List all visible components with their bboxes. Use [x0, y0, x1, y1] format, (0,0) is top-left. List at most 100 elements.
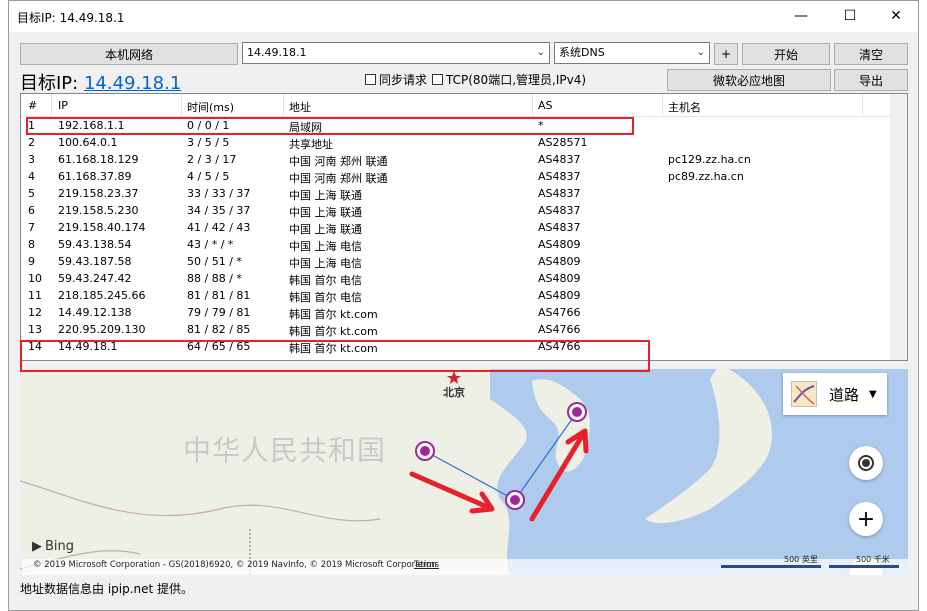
city-label-beijing: 北京	[443, 386, 465, 399]
col-header-address[interactable]: 地址	[289, 99, 311, 115]
chevron-down-icon[interactable]: ▼	[869, 389, 877, 400]
add-button[interactable]: +	[714, 43, 738, 65]
cell-address: 中国 上海 联通	[289, 189, 362, 202]
tcp-checkbox[interactable]: TCP(80端口,管理员,IPv4)	[432, 71, 586, 88]
minimize-button[interactable]: —	[778, 1, 824, 31]
cell-time: 34 / 35 / 37	[187, 204, 251, 217]
cell-time: 3 / 5 / 5	[187, 136, 230, 149]
cell-ip: 14.49.18.1	[58, 340, 118, 353]
locate-me-button[interactable]	[849, 446, 883, 480]
bing-text: Bing	[45, 539, 75, 554]
table-row[interactable]: 5 219.158.23.37 33 / 33 / 37 中国 上海 联通 AS4837	[21, 186, 907, 203]
cell-time: 43 / * / *	[187, 238, 234, 251]
cell-num: 12	[28, 306, 42, 319]
table-row[interactable]: 9 59.43.187.58 50 / 51 / * 中国 上海 电信 AS4809	[21, 254, 907, 271]
hop-marker-dot	[572, 407, 582, 417]
cell-time: 41 / 42 / 43	[187, 221, 251, 234]
cell-num: 13	[28, 323, 42, 336]
column-divider[interactable]	[181, 94, 182, 116]
table-row[interactable]: 2 100.64.0.1 3 / 5 / 5 共享地址 AS28571	[21, 135, 907, 152]
annotation-arrow	[409, 471, 495, 514]
cell-time: 64 / 65 / 65	[187, 340, 251, 353]
terms-link[interactable]: Terms	[414, 560, 439, 570]
bing-map-button[interactable]: 微软必应地图	[667, 69, 831, 91]
cell-as: AS4766	[538, 306, 581, 319]
plus-icon: +	[856, 506, 876, 532]
column-divider[interactable]	[51, 94, 52, 116]
column-divider[interactable]	[662, 94, 663, 116]
table-row[interactable]: 3 61.168.18.129 2 / 3 / 17 中国 河南 郑州 联通 AS483…	[21, 152, 907, 169]
cell-ip: 219.158.5.230	[58, 204, 139, 217]
cell-time: 88 / 88 / *	[187, 272, 242, 285]
table-row[interactable]: 10 59.43.247.42 88 / 88 / * 韩国 首尔 电信 AS4809	[21, 271, 907, 288]
cell-num: 14	[28, 340, 42, 353]
col-header-hostname[interactable]: 主机名	[668, 99, 701, 115]
cell-time: 2 / 3 / 17	[187, 153, 237, 166]
cell-as: AS4837	[538, 187, 581, 200]
cell-address: 韩国 首尔 kt.com	[289, 308, 378, 321]
cell-as: AS4837	[538, 221, 581, 234]
cell-time: 50 / 51 / *	[187, 255, 242, 268]
checkbox-box[interactable]	[365, 74, 376, 85]
cell-ip: 59.43.138.54	[58, 238, 132, 251]
table-row[interactable]: 14 14.49.18.1 64 / 65 / 65 韩国 首尔 kt.com AS47…	[21, 339, 907, 356]
window-title: 目标IP: 14.49.18.1	[17, 11, 125, 25]
map-type-selector[interactable]: 道路 ▼	[783, 373, 887, 415]
table-row[interactable]: 13 220.95.209.130 81 / 82 / 85 韩国 首尔 kt.com…	[21, 322, 907, 339]
cell-address: 中国 河南 郑州 联通	[289, 155, 388, 168]
road-map-icon	[791, 381, 817, 407]
dns-select[interactable]: 系统DNS ⌄	[554, 42, 710, 64]
cell-time: 79 / 79 / 81	[187, 306, 251, 319]
target-icon	[858, 455, 874, 471]
table-row[interactable]: 8 59.43.138.54 43 / * / * 中国 上海 电信 AS4809	[21, 237, 907, 254]
table-row[interactable]: 6 219.158.5.230 34 / 35 / 37 中国 上海 联通 AS4837	[21, 203, 907, 220]
col-header-num[interactable]: #	[28, 99, 37, 112]
map-view[interactable]: 北京 中华人民共和国 道路 ▼ + ▶ Bing © 2019 Microsof…	[20, 369, 908, 575]
hop-marker-dot	[510, 495, 520, 505]
ip-input[interactable]: 14.49.18.1 ⌄	[242, 42, 550, 64]
cell-num: 2	[28, 136, 35, 149]
cell-time: 81 / 82 / 85	[187, 323, 251, 336]
target-ip-label: 目标IP: 14.49.18.1	[20, 69, 181, 95]
hops-table[interactable]: # IP 时间(ms) 地址 AS 主机名 1 192.168.1.1 0 / 0 …	[20, 93, 908, 361]
chevron-down-icon[interactable]: ⌄	[697, 43, 705, 63]
zoom-in-button[interactable]: +	[849, 502, 883, 536]
col-header-as[interactable]: AS	[538, 99, 553, 112]
sync-request-checkbox[interactable]: 同步请求	[365, 71, 427, 88]
chevron-down-icon[interactable]: ⌄	[537, 43, 545, 63]
close-button[interactable]: ✕	[873, 1, 919, 31]
cell-address: 局域网	[289, 121, 322, 134]
column-divider[interactable]	[862, 94, 863, 116]
cell-as: AS4809	[538, 238, 581, 251]
scale-km-label: 500 千米	[856, 555, 890, 564]
export-button[interactable]: 导出	[834, 69, 908, 91]
dns-select-value: 系统DNS	[559, 46, 605, 59]
column-divider[interactable]	[532, 94, 533, 116]
map-copyright: © 2019 Microsoft Corporation - GS(2018)6…	[33, 560, 437, 570]
clear-button[interactable]: 清空	[834, 43, 908, 65]
cell-address: 中国 上海 联通	[289, 206, 362, 219]
target-ip-link[interactable]: 14.49.18.1	[84, 73, 181, 94]
ip-input-value: 14.49.18.1	[247, 46, 307, 59]
checkbox-box[interactable]	[432, 74, 443, 85]
table-header: # IP 时间(ms) 地址 AS 主机名	[21, 94, 907, 117]
local-network-button[interactable]: 本机网络	[20, 43, 238, 65]
cell-num: 9	[28, 255, 35, 268]
maximize-button[interactable]: ☐	[827, 1, 873, 31]
cell-as: *	[538, 119, 544, 132]
start-button[interactable]: 开始	[742, 43, 830, 65]
cell-as: AS4809	[538, 255, 581, 268]
target-ip-prefix: 目标IP:	[20, 73, 84, 94]
table-row[interactable]: 12 14.49.12.138 79 / 79 / 81 韩国 首尔 kt.com AS…	[21, 305, 907, 322]
table-row[interactable]: 4 61.168.37.89 4 / 5 / 5 中国 河南 郑州 联通 AS4837 p…	[21, 169, 907, 186]
vertical-scrollbar[interactable]	[890, 94, 907, 360]
table-row[interactable]: 1 192.168.1.1 0 / 0 / 1 局域网 *	[21, 118, 907, 135]
col-header-ip[interactable]: IP	[58, 99, 68, 112]
column-divider[interactable]	[283, 94, 284, 116]
cell-num: 6	[28, 204, 35, 217]
table-row[interactable]: 11 218.185.245.66 81 / 81 / 81 韩国 首尔 电信 AS48…	[21, 288, 907, 305]
col-header-time[interactable]: 时间(ms)	[187, 99, 234, 115]
traceroute-window: 目标IP: 14.49.18.1 — ☐ ✕ 本机网络 14.49.18.1 ⌄…	[8, 0, 919, 611]
cell-address: 共享地址	[289, 138, 333, 151]
table-row[interactable]: 7 219.158.40.174 41 / 42 / 43 中国 上海 联通 AS483…	[21, 220, 907, 237]
